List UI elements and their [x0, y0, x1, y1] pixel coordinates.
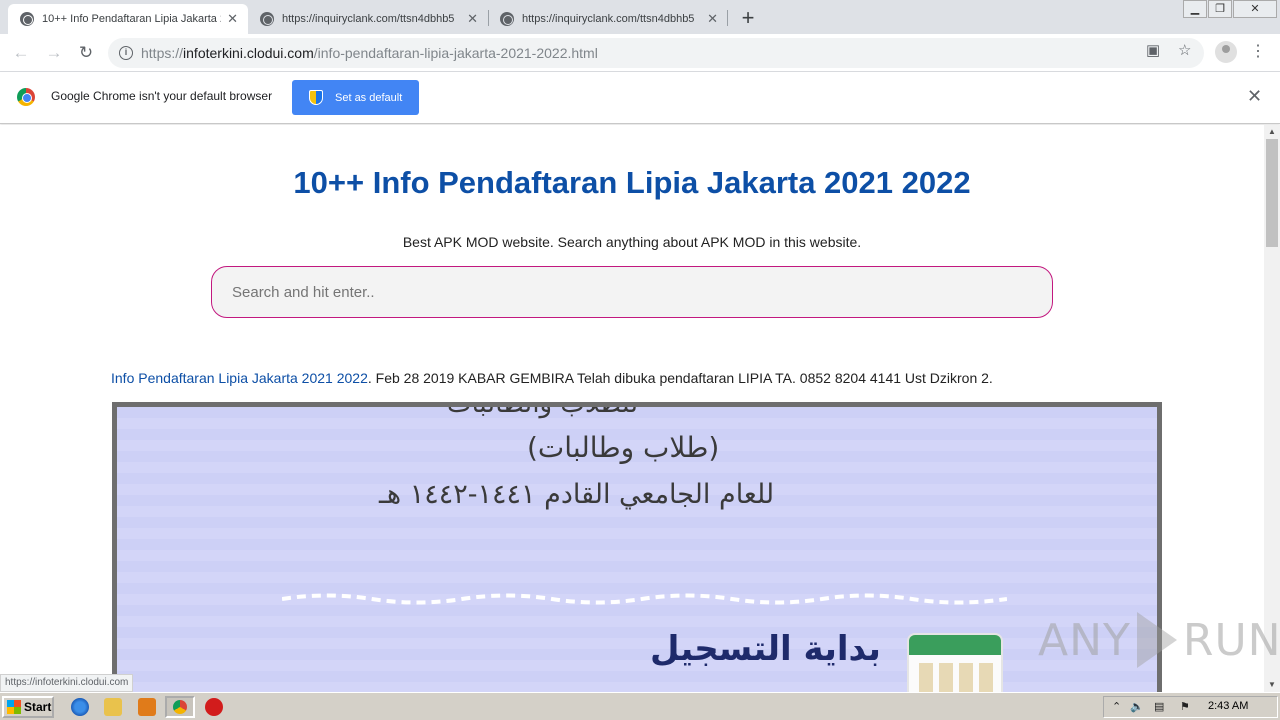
- start-label: Start: [24, 700, 52, 714]
- scroll-down-icon[interactable]: ▼: [1264, 678, 1280, 692]
- set-as-default-label: Set as default: [335, 91, 403, 104]
- url-host: infoterkini.clodui.com: [183, 45, 314, 61]
- close-icon[interactable]: ✕: [707, 11, 718, 27]
- close-icon[interactable]: ✕: [227, 11, 238, 27]
- bookmark-star-icon[interactable]: ☆: [1178, 41, 1191, 59]
- anyrun-watermark: ANY RUN: [1038, 612, 1280, 668]
- page-content: 10++ Info Pendaftaran Lipia Jakarta 2021…: [0, 125, 1264, 692]
- info-icon[interactable]: i: [119, 46, 133, 60]
- url-scheme: https://: [141, 45, 184, 61]
- globe-icon: [500, 12, 514, 26]
- start-button[interactable]: Start: [2, 696, 54, 718]
- tab-inquiryclank-1[interactable]: https://inquiryclank.com/ttsn4dbhb5 ✕: [248, 4, 488, 34]
- image-arabic-line-top: للطلاب والطالبات: [447, 402, 639, 419]
- url-path: /info-pendaftaran-lipia-jakarta-2021-202…: [313, 45, 598, 61]
- back-arrow-icon[interactable]: ←: [9, 41, 33, 65]
- status-url-bubble: https://infoterkini.clodui.com: [0, 674, 134, 692]
- site-tagline: Best APK MOD website. Search anything ab…: [402, 234, 862, 250]
- tab-title: https://inquiryclank.com/ttsn4dbhb5: [522, 13, 695, 25]
- globe-icon: [260, 12, 274, 26]
- window-close-icon[interactable]: ✕: [1233, 0, 1277, 18]
- internet-explorer-icon[interactable]: [71, 698, 89, 716]
- address-url[interactable]: https://infoterkini.clodui.com/info-pend…: [141, 45, 598, 61]
- restore-icon[interactable]: ❐: [1208, 0, 1232, 18]
- lead-paragraph: Info Pendaftaran Lipia Jakarta 2021 2022…: [111, 370, 993, 386]
- close-icon[interactable]: ✕: [467, 11, 478, 27]
- image-arabic-line-3: بداية التسجيل: [650, 629, 881, 669]
- chrome-taskbar-icon[interactable]: [165, 696, 195, 718]
- page-scrollbar[interactable]: ▲ ▼: [1264, 125, 1280, 692]
- volume-icon[interactable]: 🔈: [1130, 700, 1144, 713]
- calendar-icon: [907, 633, 1003, 692]
- close-icon[interactable]: ✕: [1247, 86, 1262, 107]
- address-bar[interactable]: i https://infoterkini.clodui.com/info-pe…: [108, 38, 1204, 68]
- image-arabic-line-1: (طلاب وطالبات): [527, 431, 720, 464]
- browser-toolbar: ← → ↻ i https://infoterkini.clodui.com/i…: [0, 34, 1280, 72]
- set-as-default-button[interactable]: Set as default: [292, 80, 419, 115]
- tab-inquiryclank-2[interactable]: https://inquiryclank.com/ttsn4dbhb5 ✕: [488, 4, 728, 34]
- windows-taskbar: Start ⌃ 🔈 ▤ ⚑ 2:43 AM: [0, 692, 1280, 720]
- system-tray: ⌃ 🔈 ▤ ⚑: [1103, 696, 1278, 718]
- play-icon: [1136, 612, 1177, 668]
- tray-expand-icon[interactable]: ⌃: [1112, 700, 1121, 713]
- forward-arrow-icon[interactable]: →: [42, 41, 66, 65]
- new-tab-icon[interactable]: +: [736, 5, 760, 31]
- lead-text: . Feb 28 2019 KABAR GEMBIRA Telah dibuka…: [367, 370, 993, 386]
- windows-flag-icon: [7, 700, 21, 714]
- menu-dots-icon[interactable]: ⋮: [1250, 41, 1266, 63]
- article-link[interactable]: Info Pendaftaran Lipia Jakarta 2021 2022: [111, 370, 368, 386]
- infobar-message: Google Chrome isn't your default browser: [51, 89, 273, 103]
- taskbar-clock[interactable]: 2:43 AM: [1208, 700, 1248, 712]
- globe-icon: [20, 12, 34, 26]
- watermark-left: ANY: [1038, 614, 1131, 666]
- tab-divider: [727, 10, 728, 26]
- scroll-up-icon[interactable]: ▲: [1264, 125, 1280, 139]
- tab-title: https://inquiryclank.com/ttsn4dbhb5: [282, 13, 455, 25]
- stop-icon[interactable]: [205, 698, 223, 716]
- tab-active[interactable]: 10++ Info Pendaftaran Lipia Jakarta 2021…: [8, 4, 248, 34]
- popup-blocked-icon[interactable]: ▣: [1146, 41, 1160, 59]
- media-player-icon[interactable]: [138, 698, 156, 716]
- tab-strip: 10++ Info Pendaftaran Lipia Jakarta 2021…: [0, 0, 1280, 34]
- image-arabic-line-2: للعام الجامعي القادم ١٤٤١-١٤٤٢ هـ: [379, 479, 775, 510]
- page-title: 10++ Info Pendaftaran Lipia Jakarta 2021…: [293, 165, 971, 200]
- profile-avatar-icon[interactable]: [1215, 41, 1237, 63]
- uac-shield-icon: [309, 90, 323, 105]
- search-input[interactable]: [211, 266, 1053, 318]
- network-icon[interactable]: ▤: [1154, 700, 1164, 713]
- chrome-logo-icon: [17, 88, 35, 106]
- wave-divider: [282, 593, 1007, 605]
- action-center-flag-icon[interactable]: ⚑: [1180, 700, 1190, 713]
- minimize-icon[interactable]: ▁: [1183, 0, 1207, 18]
- watermark-right: RUN: [1182, 614, 1280, 666]
- default-browser-infobar: Google Chrome isn't your default browser…: [0, 72, 1280, 124]
- tab-title: 10++ Info Pendaftaran Lipia Jakarta 2021…: [42, 13, 221, 25]
- folder-icon[interactable]: [104, 698, 122, 716]
- article-image: للطلاب والطالبات (طلاب وطالبات) للعام ال…: [112, 402, 1162, 692]
- scroll-thumb[interactable]: [1266, 139, 1278, 247]
- reload-icon[interactable]: ↻: [74, 41, 98, 65]
